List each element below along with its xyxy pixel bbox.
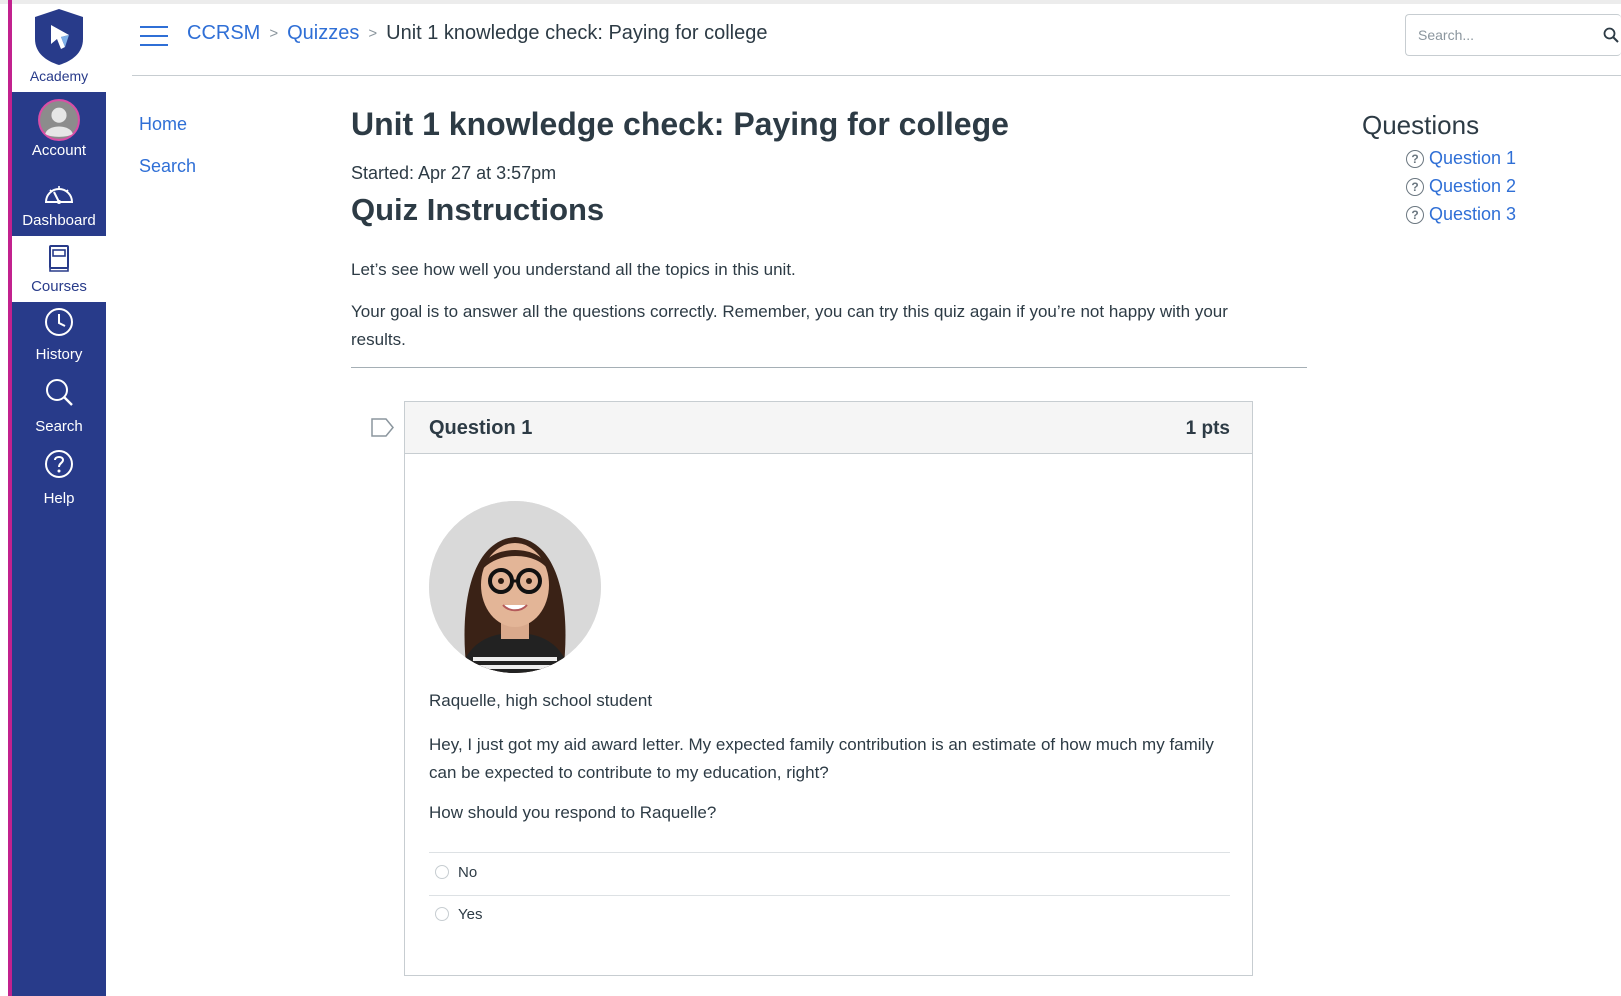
history-clock-icon: [45, 308, 73, 336]
questions-sidebar-item-label: Question 3: [1429, 204, 1517, 224]
course-nav-search[interactable]: Search: [139, 156, 196, 177]
breadcrumb-separator-icon: >: [269, 25, 279, 42]
nav-search-label: Search: [35, 418, 83, 435]
instructions-heading: Quiz Instructions: [351, 192, 605, 227]
nav-history-label: History: [35, 346, 83, 363]
nav-help-label: Help: [43, 490, 75, 507]
answer-option-label: Yes: [458, 906, 483, 923]
questions-sidebar-item-label: Question 2: [1429, 176, 1517, 196]
instructions-paragraph-2: Your goal is to answer all the questions…: [351, 302, 1228, 349]
top-strip: [0, 0, 1621, 4]
student-portrait-illustration: [429, 501, 601, 673]
academy-logo[interactable]: Academy: [12, 4, 106, 92]
nav-dashboard[interactable]: Dashboard: [12, 168, 106, 234]
hamburger-menu-button[interactable]: [140, 26, 168, 48]
help-icon: [45, 450, 73, 478]
page-title: Unit 1 knowledge check: Paying for colle…: [351, 106, 1009, 142]
logo-label: Academy: [29, 68, 89, 84]
courses-icon: [49, 245, 69, 272]
search-input[interactable]: Search...: [1405, 14, 1621, 56]
question-card: Question 1 1 pts Raquelle, high school s…: [404, 401, 1253, 976]
content-divider: [351, 367, 1307, 368]
nav-account-label: Account: [31, 142, 87, 159]
questions-sidebar-item-3[interactable]: ? Question 3: [1406, 204, 1516, 225]
nav-help[interactable]: Help: [12, 448, 106, 514]
nav-dashboard-label: Dashboard: [22, 212, 96, 229]
course-nav-home[interactable]: Home: [139, 114, 187, 135]
radio-no[interactable]: [435, 865, 449, 880]
shield-logo-icon: [35, 9, 83, 65]
question-prompt: How should you respond to Raquelle?: [429, 803, 717, 822]
question-text: Hey, I just got my aid award letter. My …: [429, 735, 1214, 782]
question-mark-icon: ?: [1406, 206, 1424, 224]
flag-question-icon[interactable]: [371, 418, 395, 438]
question-mark-icon: ?: [1406, 178, 1424, 196]
question-person: Raquelle, high school student: [429, 691, 653, 710]
question-header: Question 1 1 pts: [405, 402, 1252, 454]
radio-yes[interactable]: [435, 907, 449, 922]
option-divider: [429, 852, 1230, 853]
search-placeholder: Search...: [1418, 27, 1475, 43]
search-icon[interactable]: [1603, 27, 1619, 43]
question-name: Question 1: [429, 417, 533, 439]
questions-sidebar-title: Questions: [1362, 110, 1480, 140]
search-icon: [46, 379, 73, 406]
breadcrumb: CCRSM > Quizzes > Unit 1 knowledge check: Pa…: [187, 22, 767, 45]
nav-history[interactable]: History: [12, 304, 106, 370]
breadcrumb-quizzes[interactable]: Quizzes: [287, 22, 359, 44]
answer-option-label: No: [458, 864, 478, 881]
header-divider: [132, 75, 1621, 76]
question-points: 1 pts: [1185, 418, 1230, 439]
questions-sidebar-item-label: Question 1: [1429, 148, 1517, 168]
answer-option-no[interactable]: No: [435, 864, 477, 881]
questions-sidebar-item-1[interactable]: ? Question 1: [1406, 148, 1516, 169]
started-timestamp: Started: Apr 27 at 3:57pm: [351, 163, 557, 183]
student-portrait: [429, 501, 601, 673]
option-divider: [429, 895, 1230, 896]
instructions-paragraph-1: Let’s see how well you understand all th…: [351, 260, 796, 279]
answer-option-yes[interactable]: Yes: [435, 906, 482, 923]
nav-search[interactable]: Search: [12, 376, 106, 442]
account-avatar-icon: [38, 99, 80, 141]
nav-courses-label: Courses: [31, 278, 87, 295]
breadcrumb-separator-icon: >: [368, 25, 378, 42]
nav-account[interactable]: Account: [12, 92, 106, 159]
breadcrumb-ccrsm[interactable]: CCRSM: [187, 22, 260, 44]
dashboard-icon: [44, 186, 74, 204]
nav-courses[interactable]: Courses: [12, 236, 106, 302]
question-mark-icon: ?: [1406, 150, 1424, 168]
questions-sidebar-item-2[interactable]: ? Question 2: [1406, 176, 1516, 197]
breadcrumb-current: Unit 1 knowledge check: Paying for colle…: [386, 22, 768, 44]
global-nav: Academy Account Dashboard Courses Histor…: [12, 4, 106, 996]
